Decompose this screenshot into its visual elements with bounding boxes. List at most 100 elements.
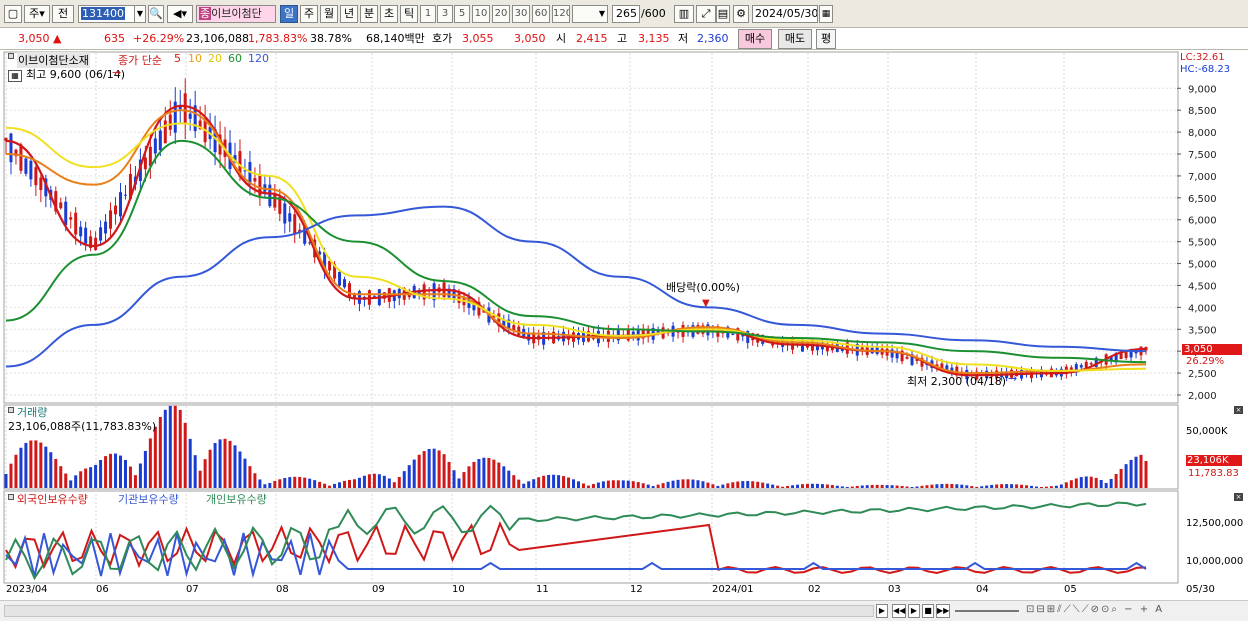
volume-bar — [223, 438, 227, 488]
calendar-icon[interactable]: ▦ — [819, 5, 833, 23]
volume-bar — [293, 476, 297, 488]
volume-bar — [203, 459, 207, 488]
volume-bar — [1010, 484, 1014, 488]
legend-institution: 기관보유수량 — [118, 493, 179, 506]
interval-1[interactable]: 1 — [420, 5, 436, 23]
custom-interval-dropdown[interactable]: ▼ — [572, 5, 608, 23]
holdings-panel-box-icon[interactable] — [8, 494, 14, 500]
buy-button[interactable]: 매수 — [738, 29, 772, 49]
dividend-arrow-icon: ▼ — [702, 298, 710, 309]
rewind-icon[interactable]: ◀◀ — [892, 604, 906, 618]
market2-select[interactable]: 전 — [52, 5, 74, 23]
count-input[interactable]: 265 — [612, 5, 640, 23]
zoom-slider[interactable] — [955, 610, 1019, 612]
search-icon[interactable]: 🔍 — [148, 5, 164, 23]
interval-30[interactable]: 30 — [512, 5, 530, 23]
volume-bar — [397, 476, 401, 488]
volume-bar — [79, 471, 83, 488]
volume-bar — [656, 484, 660, 488]
drawing-tool-icon[interactable]: ⤢ — [696, 5, 716, 23]
volume-bar — [497, 462, 501, 488]
sell-button[interactable]: 매도 — [778, 29, 812, 49]
volume-bar — [945, 483, 949, 488]
up-arrow-icon: ▲ — [53, 32, 62, 45]
volume-close-icon[interactable]: × — [1234, 406, 1243, 414]
horizontal-scrollbar[interactable] — [4, 605, 874, 617]
candle-body — [1124, 351, 1128, 359]
x-label-06: 06 — [96, 584, 109, 595]
volume-bar — [283, 477, 287, 488]
stop-icon[interactable]: ■ — [922, 604, 934, 618]
legend-ma10: 10 — [188, 52, 202, 65]
volume-bar — [512, 475, 516, 488]
volume-bar — [895, 485, 899, 488]
low-value: 2,360 — [697, 32, 729, 45]
volume-bar — [980, 486, 984, 488]
volume-bar — [183, 422, 187, 488]
eval-button[interactable]: 평 — [816, 29, 836, 49]
sound-icon[interactable]: ◀▾ — [167, 5, 193, 23]
volume-bar — [746, 481, 750, 488]
candle-body — [153, 138, 157, 154]
candle-body — [9, 133, 13, 163]
volume-bar — [114, 453, 118, 488]
volume-bar — [104, 456, 108, 488]
period-tick[interactable]: 틱 — [400, 5, 418, 23]
forward-icon[interactable]: ▶▶ — [936, 604, 950, 618]
volume-bar — [44, 446, 48, 488]
volume-bar — [995, 484, 999, 488]
volume-bar — [845, 487, 849, 488]
save-icon[interactable]: ▤ — [716, 5, 730, 23]
volume-bar — [163, 409, 167, 488]
volume-bar — [975, 486, 979, 488]
interval-3[interactable]: 3 — [437, 5, 453, 23]
volume-panel-box-icon[interactable] — [8, 407, 14, 413]
period-second[interactable]: 초 — [380, 5, 398, 23]
holdings-close-icon[interactable]: × — [1234, 493, 1243, 501]
period-minute[interactable]: 분 — [360, 5, 378, 23]
open-label: 시 — [556, 32, 567, 45]
bottom-controls: ▶ ◀◀ ▶ ■ ▶▶ ⊡⊟⊞⫽⟋⟍⟋⊘⊙⌕ − + A — [0, 600, 1248, 621]
lc-value: LC:32.61 — [1180, 52, 1225, 63]
market-select[interactable]: 주▾ — [24, 5, 50, 23]
volume-bar — [915, 486, 919, 488]
period-day[interactable]: 일 — [280, 5, 298, 23]
date-input[interactable]: 2024/05/30 — [752, 5, 818, 23]
calendar-grid-icon[interactable]: ▦ — [8, 70, 22, 82]
candle-body — [188, 113, 192, 119]
volume-bar — [527, 481, 531, 488]
tool-icons[interactable]: ⊡⊟⊞⫽⟋⟍⟋⊘⊙⌕ − + A — [1026, 604, 1236, 618]
y-tick-label: 4,500 — [1188, 281, 1217, 292]
volume-bar — [736, 481, 740, 488]
period-week[interactable]: 주 — [300, 5, 318, 23]
gear-icon[interactable]: ⚙ — [733, 5, 749, 23]
volume-bar — [138, 463, 142, 488]
candle-body — [163, 120, 167, 144]
interval-5[interactable]: 5 — [454, 5, 470, 23]
interval-120[interactable]: 120 — [552, 5, 570, 23]
interval-20[interactable]: 20 — [492, 5, 510, 23]
volume-bar — [1039, 487, 1043, 488]
window-icon[interactable]: ▢ — [4, 5, 22, 23]
stock-name-field[interactable]: 종이브이첨단 — [196, 5, 276, 23]
code-dropdown-icon[interactable]: ▼ — [134, 5, 146, 23]
interval-10[interactable]: 10 — [472, 5, 490, 23]
volume-bar — [676, 479, 680, 488]
volume-bar — [333, 483, 337, 488]
interval-60[interactable]: 60 — [532, 5, 550, 23]
candle-icon[interactable]: ▥ — [674, 5, 694, 23]
play-icon[interactable]: ▶ — [908, 604, 920, 618]
volume-bar — [1064, 482, 1068, 488]
period-month[interactable]: 월 — [320, 5, 338, 23]
volume-bar — [188, 438, 192, 488]
period-year[interactable]: 년 — [340, 5, 358, 23]
panel-box-icon[interactable] — [8, 53, 14, 59]
scroll-right-icon[interactable]: ▶ — [876, 604, 888, 618]
volume-bar — [422, 451, 426, 488]
volume-bar — [313, 480, 317, 488]
volume-bar — [109, 453, 113, 488]
legend-individual: 개인보유수량 — [206, 493, 267, 506]
legend-ma120: 120 — [248, 52, 269, 65]
volume-bar — [168, 405, 172, 488]
candle-body — [84, 227, 88, 244]
